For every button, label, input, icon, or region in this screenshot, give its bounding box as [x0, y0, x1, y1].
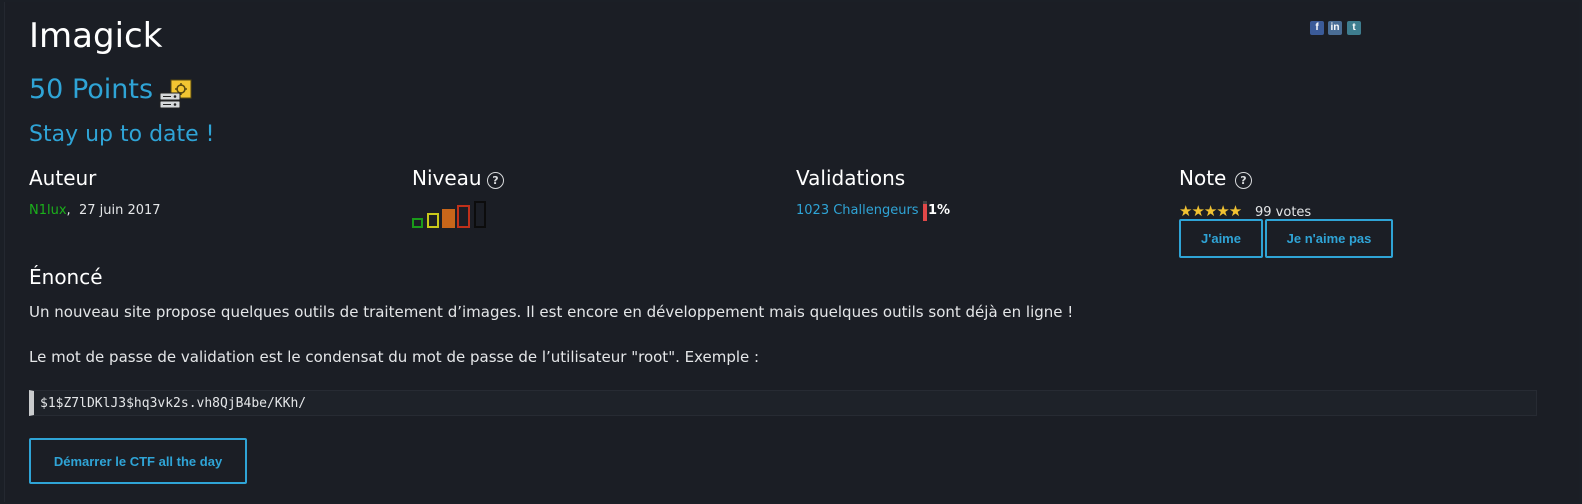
rating-votes: 99 votes	[1255, 205, 1312, 220]
author-date: 27 juin 2017	[78, 203, 161, 218]
example-hash-code: $1$Z7lDKlJ3$hq3vk2s.vh8QjB4be/KKh/	[29, 390, 1537, 416]
challenge-panel: Imagick f in t 50 Points Stay up to date…	[4, 2, 1579, 502]
level-bar-4	[457, 205, 470, 228]
validation-percent-label: 1%	[928, 203, 951, 218]
challenge-subtitle: Stay up to date !	[29, 122, 215, 147]
validation-percent-fill	[923, 204, 927, 221]
challenge-points: 50 Points	[29, 74, 154, 105]
level-bar-2	[427, 213, 439, 228]
level-help-icon[interactable]: ?	[487, 172, 504, 189]
challenge-title: Imagick	[29, 16, 163, 56]
validations-heading: Validations	[796, 166, 906, 190]
level-bar-1	[412, 218, 423, 228]
start-ctf-button[interactable]: Démarrer le CTF all the day	[29, 438, 247, 484]
level-heading: Niveau	[412, 166, 482, 190]
facebook-share-icon[interactable]: f	[1310, 21, 1324, 35]
rating-help-icon[interactable]: ?	[1235, 172, 1252, 189]
server-network-icon	[159, 79, 192, 109]
author-separator: ,	[66, 203, 71, 218]
dislike-button[interactable]: Je n'aime pas	[1265, 219, 1393, 258]
rating-stars-icon: ★★★★★	[1179, 202, 1242, 220]
author-heading: Auteur	[29, 166, 97, 190]
level-bar-3	[442, 209, 455, 228]
validations-challengers-link[interactable]: 1023 Challengeurs	[796, 203, 919, 218]
rating-heading: Note	[1179, 166, 1227, 190]
level-bar-5	[474, 201, 486, 228]
share-icon[interactable]: t	[1347, 21, 1361, 35]
statement-heading: Énoncé	[29, 265, 103, 289]
like-button[interactable]: J'aime	[1179, 219, 1263, 258]
author-line: N1lux, 27 juin 2017	[29, 203, 161, 218]
statement-paragraph-2: Le mot de passe de validation est le con…	[29, 348, 760, 366]
statement-paragraph-1: Un nouveau site propose quelques outils …	[29, 303, 1074, 321]
linkedin-share-icon[interactable]: in	[1328, 21, 1342, 35]
author-link[interactable]: N1lux	[29, 203, 67, 218]
